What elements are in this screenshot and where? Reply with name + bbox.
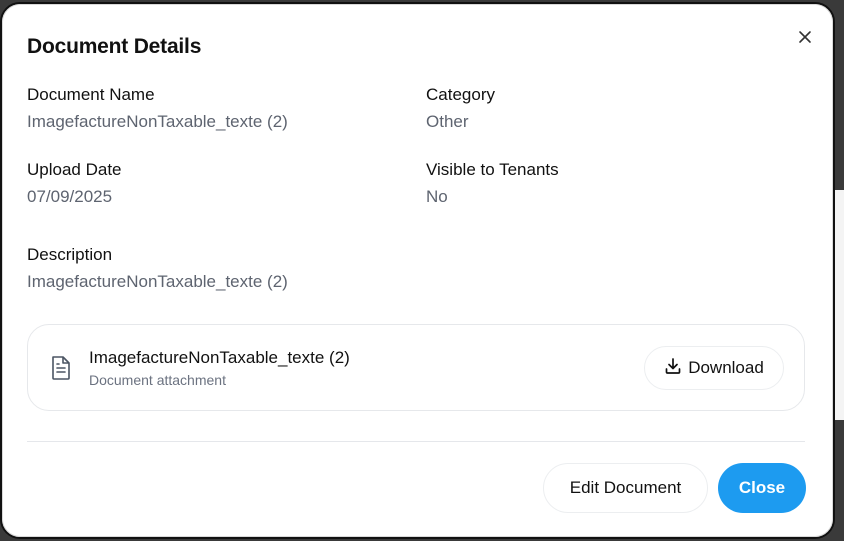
document-name-label: Document Name — [27, 85, 155, 104]
edit-document-button[interactable]: Edit Document — [543, 463, 708, 513]
file-text-icon — [50, 355, 72, 381]
download-button[interactable]: Download — [644, 346, 784, 390]
attachment-card: ImagefactureNonTaxable_texte (2) Documen… — [27, 324, 805, 411]
visible-to-tenants-label: Visible to Tenants — [426, 160, 559, 179]
upload-date-value: 07/09/2025 — [27, 187, 113, 206]
visible-to-tenants-value: No — [426, 187, 448, 206]
download-icon — [664, 357, 682, 380]
upload-date-label: Upload Date — [27, 160, 122, 179]
attachment-subtitle: Document attachment — [89, 372, 226, 388]
close-button[interactable]: Close — [718, 463, 806, 513]
attachment-name: ImagefactureNonTaxable_texte (2) — [89, 348, 350, 367]
document-details-dialog: Document Details Document Name Imagefact… — [0, 2, 835, 539]
download-label: Download — [688, 358, 764, 377]
category-label: Category — [426, 85, 495, 104]
close-icon[interactable] — [797, 29, 813, 45]
description-value: ImagefactureNonTaxable_texte (2) — [27, 272, 288, 291]
document-name-value: ImagefactureNonTaxable_texte (2) — [27, 112, 288, 131]
category-value: Other — [426, 112, 469, 131]
footer-divider — [27, 441, 805, 442]
description-label: Description — [27, 245, 113, 264]
dialog-title: Document Details — [27, 35, 202, 58]
